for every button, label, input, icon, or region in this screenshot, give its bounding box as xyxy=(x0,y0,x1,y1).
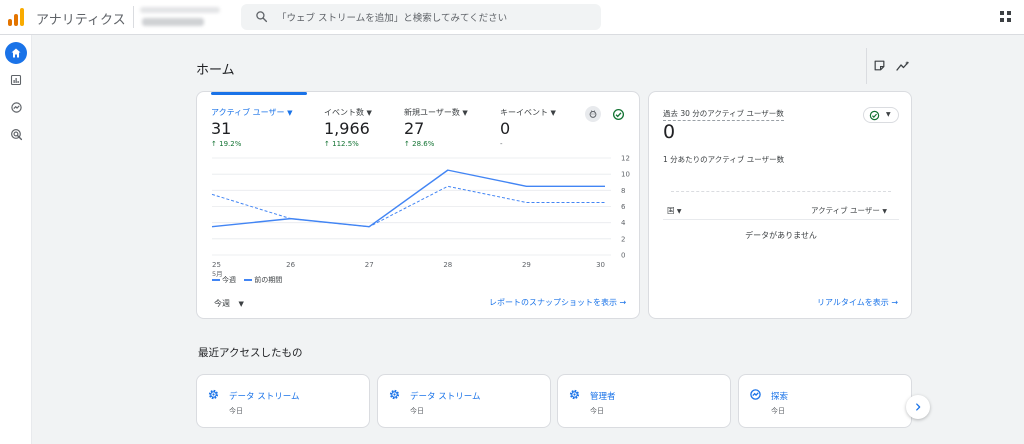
arrow-right-icon: → xyxy=(619,298,627,307)
recent-item-explore[interactable]: 探索 今日 xyxy=(738,374,912,428)
x-tick-label: 28 xyxy=(443,261,452,269)
check-circle-icon xyxy=(869,110,880,121)
x-tick-label: 27 xyxy=(365,261,374,269)
y-tick-label: 10 xyxy=(621,171,630,179)
home-icon xyxy=(11,48,21,58)
recent-item-admin[interactable]: 管理者 今日 xyxy=(557,374,731,428)
realtime-status-dropdown[interactable]: ▼ xyxy=(863,107,899,123)
nav-advertising[interactable] xyxy=(5,123,27,145)
legend-swatch-dashed xyxy=(244,279,253,281)
recent-section-title: 最近アクセスしたもの xyxy=(198,347,303,359)
recent-item-label: データ ストリーム xyxy=(410,392,481,402)
search-placeholder: 「ウェブ ストリームを追加」と検索してみてください xyxy=(277,13,508,24)
legend-this-week: 今週 xyxy=(222,276,236,284)
account-divider xyxy=(133,6,134,28)
realtime-sparkline xyxy=(671,191,891,192)
nav-explore[interactable] xyxy=(5,96,27,118)
nav-reports[interactable] xyxy=(5,69,27,91)
arrow-right-icon: → xyxy=(891,298,899,307)
chevron-right-icon xyxy=(916,403,921,411)
recent-item-data-stream-2[interactable]: データ ストリーム 今日 xyxy=(377,374,551,428)
left-navigation-rail xyxy=(0,35,32,444)
page-title: ホーム xyxy=(196,63,235,78)
top-app-bar: アナリティクス 「ウェブ ストリームを追加」と検索してみてください xyxy=(0,0,1024,35)
view-snapshot-link[interactable]: レポートのスナップショットを表示 → xyxy=(489,297,626,308)
empty-state-text: データがありません xyxy=(745,231,817,240)
nav-home[interactable] xyxy=(5,42,27,64)
app-title: アナリティクス xyxy=(36,13,126,28)
note-icon[interactable] xyxy=(873,59,886,72)
chart-legend: 今週 前の期間 xyxy=(212,275,282,285)
active-users-line-chart: 02468101225 26 27 28 29 305月 xyxy=(211,155,630,278)
analytics-logo-icon[interactable] xyxy=(8,8,24,26)
y-tick-label: 0 xyxy=(621,252,625,260)
series-line-this-week xyxy=(211,169,605,228)
caret-down-icon: ▼ xyxy=(886,111,891,118)
search-bar[interactable]: 「ウェブ ストリームを追加」と検索してみてください xyxy=(241,4,601,30)
gear-icon xyxy=(208,389,219,400)
recent-item-time: 今日 xyxy=(771,407,785,415)
explore-icon xyxy=(750,389,761,400)
recent-item-time: 今日 xyxy=(590,407,604,415)
x-tick-label: 25 xyxy=(212,261,221,269)
active-users-column-dropdown[interactable]: アクティブ ユーザー ▼ xyxy=(811,205,887,216)
country-column-dropdown[interactable]: 国 ▼ xyxy=(667,205,682,216)
y-tick-label: 4 xyxy=(621,219,626,227)
recent-item-data-stream-1[interactable]: データ ストリーム 今日 xyxy=(196,374,370,428)
view-realtime-link[interactable]: リアルタイムを表示 → xyxy=(817,297,898,308)
legend-previous-period: 前の期間 xyxy=(254,276,283,284)
y-tick-label: 12 xyxy=(621,155,630,163)
legend-swatch-solid xyxy=(212,279,220,281)
recent-item-label: データ ストリーム xyxy=(229,392,300,402)
realtime-subtitle: 1 分あたりのアクティブ ユーザー数 xyxy=(663,155,785,164)
target-icon xyxy=(10,128,22,140)
gear-icon xyxy=(569,389,580,400)
x-tick-label: 30 xyxy=(596,261,605,269)
x-tick-label: 26 xyxy=(286,261,295,269)
recent-item-time: 今日 xyxy=(229,407,243,415)
date-range-dropdown[interactable]: 今週 ▼ xyxy=(214,298,244,309)
realtime-title: 過去 30 分のアクティブ ユーザー数 xyxy=(663,108,784,121)
insights-icon[interactable] xyxy=(896,60,910,72)
bar-chart-icon xyxy=(10,74,22,86)
recent-item-time: 今日 xyxy=(410,407,424,415)
recent-item-label: 探索 xyxy=(771,392,789,402)
overview-card: アクティブ ユーザー ▼ 31 ↑ 19.2% イベント数 ▼ 1,966 ↑ … xyxy=(196,91,640,319)
table-divider xyxy=(663,219,899,220)
y-tick-label: 2 xyxy=(621,235,625,243)
realtime-card: 過去 30 分のアクティブ ユーザー数 0 ▼ 1 分あたりのアクティブ ユーザ… xyxy=(648,91,912,319)
gear-icon xyxy=(389,389,400,400)
account-selector[interactable] xyxy=(140,7,228,29)
header-divider xyxy=(866,48,867,84)
next-page-button[interactable] xyxy=(906,395,930,419)
search-icon xyxy=(256,11,268,23)
y-tick-label: 8 xyxy=(621,187,625,195)
y-tick-label: 6 xyxy=(621,203,626,211)
explore-icon xyxy=(10,101,22,113)
x-tick-label: 29 xyxy=(522,261,531,269)
apps-grid-icon[interactable] xyxy=(1000,11,1012,23)
realtime-value: 0 xyxy=(663,121,676,143)
recent-item-label: 管理者 xyxy=(590,392,616,402)
